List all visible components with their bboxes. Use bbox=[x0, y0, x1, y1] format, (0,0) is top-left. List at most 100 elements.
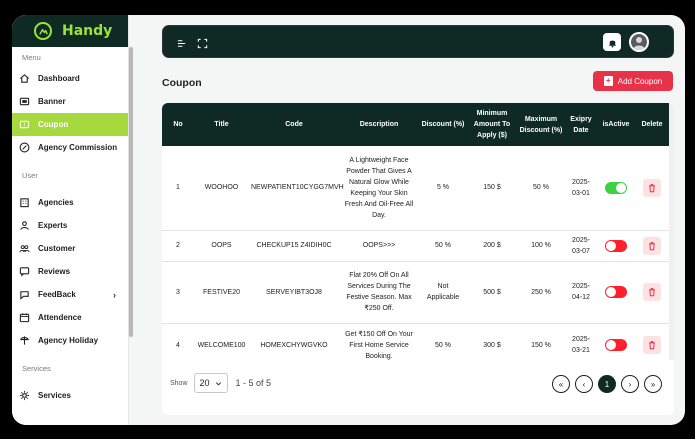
column-header-title: Title bbox=[194, 103, 249, 146]
table-vertical-scrollbar[interactable] bbox=[669, 103, 674, 360]
page-size-select[interactable]: 20 bbox=[193, 373, 228, 393]
active-toggle[interactable] bbox=[605, 286, 627, 298]
sidebar-item-label: Agency Commission bbox=[38, 143, 118, 152]
cell-expiry: 2025-04-12 bbox=[565, 261, 597, 324]
top-bar bbox=[162, 25, 674, 58]
cell-expiry: 2025-03-07 bbox=[565, 230, 597, 262]
add-coupon-label: Add Coupon bbox=[617, 76, 663, 86]
sidebar-item-label: Reviews bbox=[38, 267, 71, 276]
cell-no: 1 bbox=[162, 146, 194, 231]
brand: Handy bbox=[12, 15, 128, 47]
cell-max-discount: 50 % bbox=[517, 146, 565, 231]
cell-description: Get ₹150 Off On Your First Home Service … bbox=[339, 323, 419, 360]
cell-delete bbox=[635, 146, 669, 231]
show-label: Show bbox=[170, 379, 188, 387]
banner-icon bbox=[18, 96, 30, 108]
delete-button[interactable] bbox=[643, 336, 661, 354]
feedback-icon bbox=[18, 289, 30, 301]
pagination-range: 1 - 5 of 5 bbox=[235, 378, 272, 388]
trash-icon bbox=[649, 183, 655, 192]
sidebar-item-services[interactable]: Services bbox=[12, 384, 128, 407]
active-toggle[interactable] bbox=[605, 181, 627, 194]
cell-isactive bbox=[597, 230, 635, 262]
table-scroll-area[interactable]: No Title Code Description Discount (%) M… bbox=[162, 103, 669, 360]
page-title: Coupon bbox=[162, 77, 202, 89]
calendar-icon bbox=[18, 312, 30, 324]
column-header-description: Description bbox=[339, 103, 419, 146]
cell-title: WELCOME100 bbox=[194, 323, 249, 360]
table-header-row: No Title Code Description Discount (%) M… bbox=[162, 103, 669, 146]
toggle-knob bbox=[616, 182, 626, 193]
page-size-value: 20 bbox=[199, 378, 210, 388]
cell-code: CHECKUP15 Z4IDIH0C bbox=[249, 230, 339, 262]
trash-icon bbox=[649, 288, 655, 297]
cell-no: 2 bbox=[162, 230, 194, 262]
section-label-menu: Menu bbox=[22, 52, 41, 62]
add-coupon-button[interactable]: + Add Coupon bbox=[593, 71, 673, 91]
last-page-button[interactable]: » bbox=[644, 375, 662, 393]
table-row: 4 WELCOME100 HOMEXCHYWGVKO Get ₹150 Off … bbox=[162, 323, 669, 360]
cell-discount: 5 % bbox=[419, 146, 467, 231]
chevron-down-icon bbox=[215, 381, 221, 385]
trash-icon bbox=[649, 241, 655, 250]
first-page-button[interactable]: « bbox=[552, 375, 570, 393]
cell-code: HOMEXCHYWGVKO bbox=[249, 323, 339, 360]
cell-title: OOPS bbox=[194, 230, 249, 262]
sidebar-item-coupon[interactable]: Coupon bbox=[12, 113, 128, 136]
cell-delete bbox=[635, 323, 669, 360]
holiday-icon bbox=[18, 335, 30, 347]
sidebar-item-customer[interactable]: Customer bbox=[12, 237, 128, 260]
cell-delete bbox=[635, 230, 669, 262]
sidebar-item-reviews[interactable]: Reviews bbox=[12, 260, 128, 283]
menu-toggle-icon[interactable] bbox=[174, 36, 188, 50]
sidebar-item-label: Dashboard bbox=[38, 74, 80, 83]
prev-page-button[interactable]: ‹ bbox=[575, 375, 593, 393]
sidebar-item-agencies[interactable]: Agencies bbox=[12, 191, 128, 214]
sidebar-item-label: Banner bbox=[38, 97, 66, 106]
cell-delete bbox=[635, 261, 669, 324]
column-header-delete: Delete bbox=[635, 103, 669, 146]
toggle-knob bbox=[606, 340, 616, 350]
cell-min-amount: 200 $ bbox=[467, 230, 517, 262]
column-header-expiry: Exipry Date bbox=[565, 103, 597, 146]
toggle-knob bbox=[606, 287, 616, 297]
coupon-table-card: No Title Code Description Discount (%) M… bbox=[162, 103, 674, 415]
sidebar-item-attendence[interactable]: Attendence bbox=[12, 306, 128, 329]
sidebar: Handy Menu Dashboard Banner Coupon Agenc… bbox=[12, 15, 129, 425]
cell-isactive bbox=[597, 261, 635, 324]
delete-button[interactable] bbox=[643, 236, 661, 255]
avatar[interactable] bbox=[629, 32, 649, 52]
brand-name: Handy bbox=[62, 23, 113, 39]
sidebar-item-banner[interactable]: Banner bbox=[12, 90, 128, 113]
sidebar-item-label: Experts bbox=[38, 221, 68, 230]
cell-title: WOOHOO bbox=[194, 146, 249, 231]
table-row: 3 FESTIVE20 SERVEYIBT3OJ8 Flat 20% Off O… bbox=[162, 261, 669, 324]
chevron-right-icon: › bbox=[113, 289, 116, 300]
sidebar-item-dashboard[interactable]: Dashboard bbox=[12, 67, 128, 90]
sidebar-scrollbar[interactable] bbox=[129, 47, 133, 337]
next-page-button[interactable]: › bbox=[621, 375, 639, 393]
delete-button[interactable] bbox=[643, 178, 661, 197]
fullscreen-icon[interactable] bbox=[195, 36, 209, 50]
active-toggle[interactable] bbox=[605, 339, 627, 351]
page-number-button[interactable]: 1 bbox=[598, 375, 616, 393]
sidebar-item-label: Services bbox=[38, 391, 71, 400]
column-header-no: No bbox=[162, 103, 194, 146]
sidebar-item-feedback[interactable]: FeedBack › bbox=[12, 283, 128, 306]
column-header-max-discount: Maximum Discount (%) bbox=[517, 103, 565, 146]
toggle-knob bbox=[606, 240, 616, 251]
sidebar-item-experts[interactable]: Experts bbox=[12, 214, 128, 237]
cell-code: SERVEYIBT3OJ8 bbox=[249, 261, 339, 324]
expert-icon bbox=[18, 220, 30, 232]
delete-button[interactable] bbox=[643, 283, 661, 301]
cell-expiry: 2025-03-01 bbox=[565, 146, 597, 231]
pagination: « ‹ 1 › » bbox=[552, 375, 662, 393]
sidebar-item-agency-commission[interactable]: Agency Commission bbox=[12, 136, 128, 159]
active-toggle[interactable] bbox=[605, 239, 627, 252]
percent-icon bbox=[18, 142, 30, 154]
page-size-control: Show 20 1 - 5 of 5 bbox=[170, 373, 271, 393]
notification-bell-icon[interactable] bbox=[603, 33, 621, 51]
sidebar-item-agency-holiday[interactable]: Agency Holiday bbox=[12, 329, 128, 352]
plus-icon: + bbox=[603, 76, 613, 86]
cell-expiry: 2025-03-21 bbox=[565, 323, 597, 360]
